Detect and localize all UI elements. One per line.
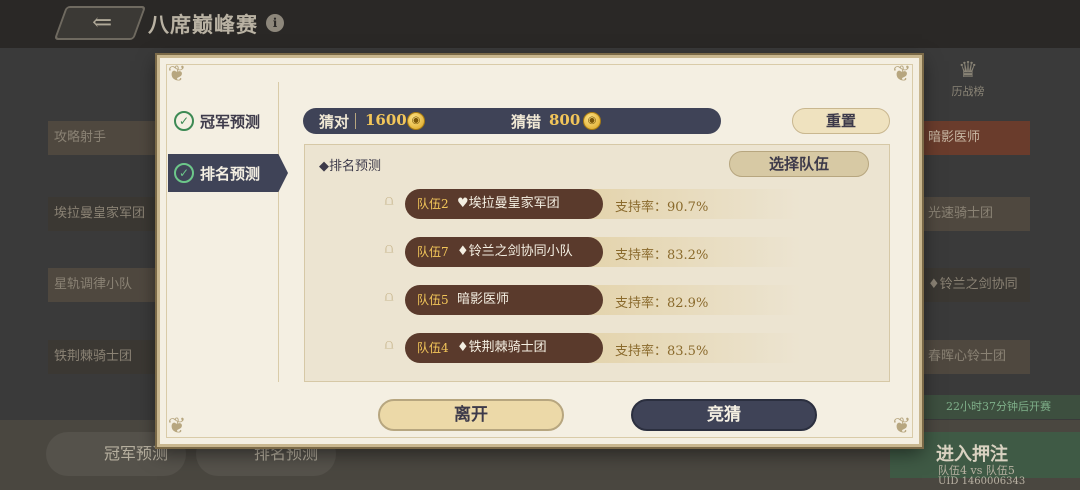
bracket-slot-left-2: 埃拉曼皇家军团 — [48, 197, 158, 231]
separator — [355, 113, 356, 129]
podium-icon: ⩍ — [384, 241, 394, 257]
corner-ornament-icon: ❦ — [167, 414, 187, 439]
team-name: ♦铁荆棘骑士团 — [457, 340, 547, 355]
podium-icon: ⩍ — [384, 193, 394, 209]
support-rate: 支持率：82.9% — [615, 296, 709, 311]
side-tab-label: 排名预测 — [200, 164, 261, 183]
bracket-slot-right-1: 暗影医师 — [922, 121, 1030, 155]
corner-ornament-icon: ❦ — [167, 62, 187, 87]
side-tab-label: 冠军预测 — [200, 112, 261, 131]
reset-button[interactable]: 重置 — [792, 108, 890, 134]
team-plate: 队伍4 ♦铁荆棘骑士团 — [405, 333, 603, 363]
user-id: UID 1460006343 — [938, 476, 1026, 487]
team-id: 队伍5 — [417, 293, 449, 307]
support-rate: 支持率：90.7% — [615, 200, 709, 215]
bracket-slot-right-4: 春晖心铃士团 — [922, 340, 1030, 374]
team-name: 暗影医师 — [457, 292, 510, 307]
back-arrow-icon[interactable]: ⇐ — [92, 8, 112, 36]
team-id: 队伍2 — [417, 197, 449, 211]
wrong-label: 猜错 — [511, 113, 542, 131]
side-tab-ranking[interactable]: ✓ 排名预测 — [168, 154, 288, 192]
corner-ornament-icon: ❦ — [892, 414, 912, 439]
coin-icon: ◉ — [407, 112, 425, 130]
prediction-dialog: ❦ ❦ ❦ ❦ ✓ 冠军预测 ✓ 排名预测 猜对 1600 ◉ 猜错 800 ◉… — [157, 55, 922, 447]
ranking-title: ◆排名预测 — [319, 159, 381, 174]
team-id: 队伍4 — [417, 341, 449, 355]
team-id: 队伍7 — [417, 245, 449, 259]
correct-value: 1600 — [365, 111, 407, 129]
score-bar: 猜对 1600 ◉ 猜错 800 ◉ — [303, 108, 721, 134]
team-plate: 队伍5 暗影医师 — [405, 285, 603, 315]
side-tab-champion[interactable]: ✓ 冠军预测 — [168, 102, 280, 140]
page-title: 八席巅峰赛 — [148, 12, 258, 37]
podium-icon: ⩍ — [384, 289, 394, 305]
bracket-slot-left-3: 星轨调律小队 — [48, 268, 158, 302]
check-icon: ✓ — [174, 111, 194, 131]
coin-icon: ◉ — [583, 112, 601, 130]
podium-icon: ⩍ — [384, 337, 394, 353]
bracket-slot-left-1: 攻略射手 — [48, 121, 158, 155]
check-icon: ✓ — [174, 163, 194, 183]
ranking-row[interactable]: ⩍ 队伍5 暗影医师 支持率：82.9% — [305, 283, 891, 317]
support-rate: 支持率：83.5% — [615, 344, 709, 359]
info-icon[interactable]: i — [266, 14, 284, 32]
ranking-row[interactable]: ⩍ 队伍2 ♥埃拉曼皇家军团 支持率：90.7% — [305, 187, 891, 221]
guess-button[interactable]: 竞猜 — [631, 399, 817, 431]
team-name: ♥埃拉曼皇家军团 — [457, 196, 560, 211]
history-leaderboard-button[interactable]: ♛ 历战榜 — [944, 58, 992, 102]
leave-button[interactable]: 离开 — [378, 399, 564, 431]
bracket-slot-right-2: 光速骑士团 — [922, 197, 1030, 231]
correct-label: 猜对 — [319, 113, 350, 131]
select-team-button[interactable]: 选择队伍 — [729, 151, 869, 177]
match-timer: 22小时37分钟后开赛 — [920, 395, 1080, 419]
team-name: ♦铃兰之剑协同小队 — [457, 244, 573, 259]
ranking-panel: ◆排名预测 选择队伍 ⩍ 队伍2 ♥埃拉曼皇家军团 支持率：90.7% ⩍ 队伍… — [304, 144, 890, 382]
ranking-row[interactable]: ⩍ 队伍4 ♦铁荆棘骑士团 支持率：83.5% — [305, 331, 891, 365]
corner-ornament-icon: ❦ — [892, 62, 912, 87]
team-plate: 队伍7 ♦铃兰之剑协同小队 — [405, 237, 603, 267]
bracket-slot-right-3: ♦铃兰之剑协同 — [922, 268, 1030, 302]
team-plate: 队伍2 ♥埃拉曼皇家军团 — [405, 189, 603, 219]
wrong-value: 800 — [549, 111, 581, 129]
bracket-slot-left-4: 铁荆棘骑士团 — [48, 340, 158, 374]
ranking-row[interactable]: ⩍ 队伍7 ♦铃兰之剑协同小队 支持率：83.2% — [305, 235, 891, 269]
trophy-icon: ♛ — [958, 58, 978, 83]
support-rate: 支持率：83.2% — [615, 248, 709, 263]
history-label: 历战榜 — [951, 85, 985, 98]
